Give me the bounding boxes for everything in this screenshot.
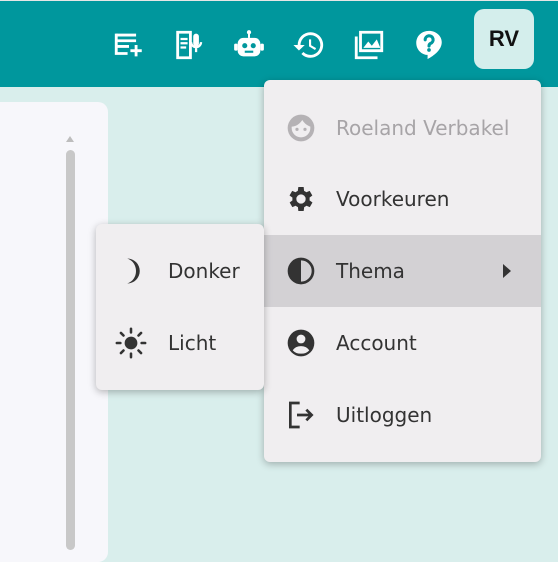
- content-panel: [0, 102, 108, 562]
- history-icon[interactable]: [292, 28, 326, 62]
- menu-item-label: Uitloggen: [336, 403, 433, 427]
- submenu-item-light[interactable]: Licht: [96, 307, 264, 379]
- avatar-initials: RV: [488, 26, 520, 51]
- menu-item-label: Thema: [336, 259, 405, 283]
- submenu-item-dark[interactable]: Donker: [96, 235, 264, 307]
- contrast-icon: [284, 253, 318, 289]
- menu-item-account[interactable]: Account: [264, 307, 541, 379]
- top-bar: RV: [0, 0, 558, 87]
- menu-item-logout[interactable]: Uitloggen: [264, 379, 541, 451]
- menu-item-label: Roeland Verbakel: [336, 116, 510, 140]
- submenu-arrow-icon: [503, 264, 511, 278]
- gear-icon: [284, 181, 318, 217]
- menu-item-theme[interactable]: Thema: [264, 235, 541, 307]
- user-menu: Roeland Verbakel Voorkeuren Thema Accoun…: [264, 80, 541, 462]
- scrollbar[interactable]: [66, 150, 75, 550]
- avatar[interactable]: RV: [474, 9, 534, 69]
- account-circle-icon: [284, 325, 318, 361]
- menu-item-preferences[interactable]: Voorkeuren: [264, 163, 541, 235]
- submenu-item-label: Licht: [168, 331, 217, 355]
- face-icon: [284, 110, 318, 146]
- voice-note-icon[interactable]: [172, 28, 206, 62]
- help-icon[interactable]: [412, 28, 446, 62]
- new-note-icon[interactable]: [112, 28, 146, 62]
- submenu-item-label: Donker: [168, 259, 240, 283]
- moon-icon: [114, 253, 148, 289]
- scroll-up-arrow-icon[interactable]: [66, 136, 74, 142]
- theme-submenu: Donker Licht: [96, 224, 264, 390]
- menu-item-label: Voorkeuren: [336, 187, 450, 211]
- sun-icon: [114, 325, 148, 361]
- robot-icon[interactable]: [232, 28, 266, 62]
- menu-item-user-name: Roeland Verbakel: [264, 92, 541, 164]
- menu-item-label: Account: [336, 331, 417, 355]
- gallery-icon[interactable]: [352, 28, 386, 62]
- logout-icon: [284, 397, 318, 433]
